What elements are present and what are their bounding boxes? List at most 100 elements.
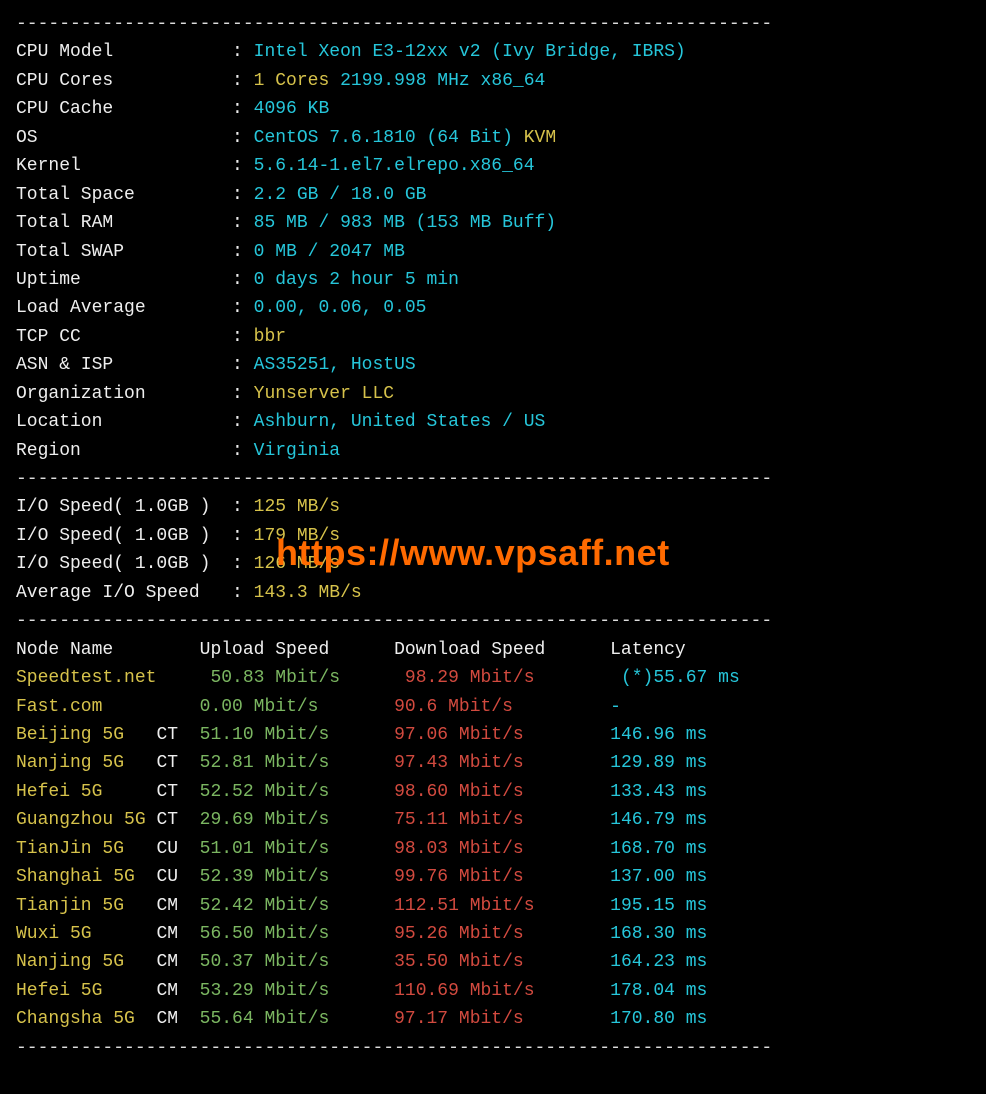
latency: 164.23 ms [610, 952, 707, 972]
speed-row: Shanghai 5G CU 52.39 Mbit/s 99.76 Mbit/s… [16, 863, 970, 891]
divider: ----------------------------------------… [16, 1034, 970, 1062]
download-speed: 95.26 Mbit/s [394, 924, 610, 944]
sys-row-location: Location : Ashburn, United States / US [16, 408, 970, 436]
sys-row-cpu-model: CPU Model : Intel Xeon E3-12xx v2 (Ivy B… [16, 38, 970, 66]
download-speed: 98.29 Mbit/s [405, 668, 621, 688]
latency: 146.79 ms [610, 810, 707, 830]
isp: CM [156, 952, 199, 972]
value: bbr [254, 327, 286, 347]
value: 0 days 2 hour 5 min [254, 270, 459, 290]
value: 85 MB / 983 MB (153 MB Buff) [254, 213, 556, 233]
speed-row: Speedtest.net 50.83 Mbit/s 98.29 Mbit/s … [16, 664, 970, 692]
label: OS [16, 128, 38, 148]
upload-speed: 56.50 Mbit/s [200, 924, 394, 944]
sys-row-kernel: Kernel : 5.6.14-1.el7.elrepo.x86_64 [16, 152, 970, 180]
latency: 146.96 ms [610, 725, 707, 745]
isp: CU [156, 867, 199, 887]
sys-row-asn: ASN & ISP : AS35251, HostUS [16, 351, 970, 379]
label: Uptime [16, 270, 81, 290]
speed-table-body: Speedtest.net 50.83 Mbit/s 98.29 Mbit/s … [16, 664, 970, 1034]
label: Total SWAP [16, 242, 124, 262]
upload-speed: 51.01 Mbit/s [200, 839, 394, 859]
isp [167, 668, 210, 688]
latency: 133.43 ms [610, 782, 707, 802]
download-speed: 35.50 Mbit/s [394, 952, 610, 972]
latency: 178.04 ms [610, 981, 707, 1001]
label: TCP CC [16, 327, 81, 347]
download-speed: 110.69 Mbit/s [394, 981, 610, 1001]
isp: CT [156, 725, 199, 745]
speed-row: Hefei 5G CM 53.29 Mbit/s 110.69 Mbit/s 1… [16, 977, 970, 1005]
label: Load Average [16, 298, 146, 318]
label: CPU Cores [16, 71, 113, 91]
isp: CM [156, 1009, 199, 1029]
node-name: Hefei 5G [16, 782, 156, 802]
value: 5.6.14-1.el7.elrepo.x86_64 [254, 156, 535, 176]
download-speed: 99.76 Mbit/s [394, 867, 610, 887]
label: Total RAM [16, 213, 113, 233]
col-node: Node Name [16, 640, 113, 660]
download-speed: 97.17 Mbit/s [394, 1009, 610, 1029]
value: CentOS 7.6.1810 (64 Bit) [254, 128, 513, 148]
speed-row: Nanjing 5G CM 50.37 Mbit/s 35.50 Mbit/s … [16, 948, 970, 976]
sys-row-org: Organization : Yunserver LLC [16, 380, 970, 408]
node-name: Nanjing 5G [16, 952, 156, 972]
latency: 168.30 ms [610, 924, 707, 944]
node-name: Wuxi 5G [16, 924, 156, 944]
isp: CT [156, 782, 199, 802]
label: I/O Speed( 1.0GB ) [16, 554, 210, 574]
node-name: Changsha 5G [16, 1009, 156, 1029]
speed-row: Wuxi 5G CM 56.50 Mbit/s 95.26 Mbit/s 168… [16, 920, 970, 948]
sys-row-load: Load Average : 0.00, 0.06, 0.05 [16, 294, 970, 322]
sys-row-total-space: Total Space : 2.2 GB / 18.0 GB [16, 181, 970, 209]
value: 179 MB/s [254, 526, 340, 546]
upload-speed: 55.64 Mbit/s [200, 1009, 394, 1029]
label: Kernel [16, 156, 81, 176]
isp: CM [156, 896, 199, 916]
label: Location [16, 412, 102, 432]
divider: ----------------------------------------… [16, 607, 970, 635]
io-row: I/O Speed( 1.0GB ) : 179 MB/s [16, 522, 970, 550]
node-name: Fast.com [16, 697, 156, 717]
download-speed: 97.06 Mbit/s [394, 725, 610, 745]
node-name: Hefei 5G [16, 981, 156, 1001]
latency: - [610, 697, 621, 717]
io-row: I/O Speed( 1.0GB ) : 126 MB/s [16, 550, 970, 578]
upload-speed: 51.10 Mbit/s [200, 725, 394, 745]
value: Ashburn, United States / US [254, 412, 546, 432]
isp: CT [156, 753, 199, 773]
isp [156, 697, 199, 717]
value: Virginia [254, 441, 340, 461]
speed-row: Hefei 5G CT 52.52 Mbit/s 98.60 Mbit/s 13… [16, 778, 970, 806]
latency: 129.89 ms [610, 753, 707, 773]
label: Total Space [16, 185, 135, 205]
download-speed: 75.11 Mbit/s [394, 810, 610, 830]
sys-row-cpu-cache: CPU Cache : 4096 KB [16, 95, 970, 123]
node-name: Guangzhou 5G [16, 810, 156, 830]
upload-speed: 52.52 Mbit/s [200, 782, 394, 802]
upload-speed: 52.42 Mbit/s [200, 896, 394, 916]
latency: 195.15 ms [610, 896, 707, 916]
value: Yunserver LLC [254, 384, 394, 404]
upload-speed: 52.81 Mbit/s [200, 753, 394, 773]
value: 2.2 GB / 18.0 GB [254, 185, 427, 205]
sys-row-region: Region : Virginia [16, 437, 970, 465]
speed-row: Nanjing 5G CT 52.81 Mbit/s 97.43 Mbit/s … [16, 749, 970, 777]
upload-speed: 29.69 Mbit/s [200, 810, 394, 830]
latency: (*)55.67 ms [621, 668, 740, 688]
sys-row-total-ram: Total RAM : 85 MB / 983 MB (153 MB Buff) [16, 209, 970, 237]
io-row: I/O Speed( 1.0GB ) : 125 MB/s [16, 493, 970, 521]
label: ASN & ISP [16, 355, 113, 375]
value: 1 Cores [254, 71, 330, 91]
value: 125 MB/s [254, 497, 340, 517]
sys-row-cpu-cores: CPU Cores : 1 Cores 2199.998 MHz x86_64 [16, 67, 970, 95]
isp: CM [156, 981, 199, 1001]
isp: CU [156, 839, 199, 859]
label: CPU Cache [16, 99, 113, 119]
value: 0.00, 0.06, 0.05 [254, 298, 427, 318]
speed-row: Guangzhou 5G CT 29.69 Mbit/s 75.11 Mbit/… [16, 806, 970, 834]
download-speed: 112.51 Mbit/s [394, 896, 610, 916]
node-name: Shanghai 5G [16, 867, 156, 887]
label: Average I/O Speed [16, 583, 200, 603]
speed-row: Fast.com 0.00 Mbit/s 90.6 Mbit/s - [16, 693, 970, 721]
